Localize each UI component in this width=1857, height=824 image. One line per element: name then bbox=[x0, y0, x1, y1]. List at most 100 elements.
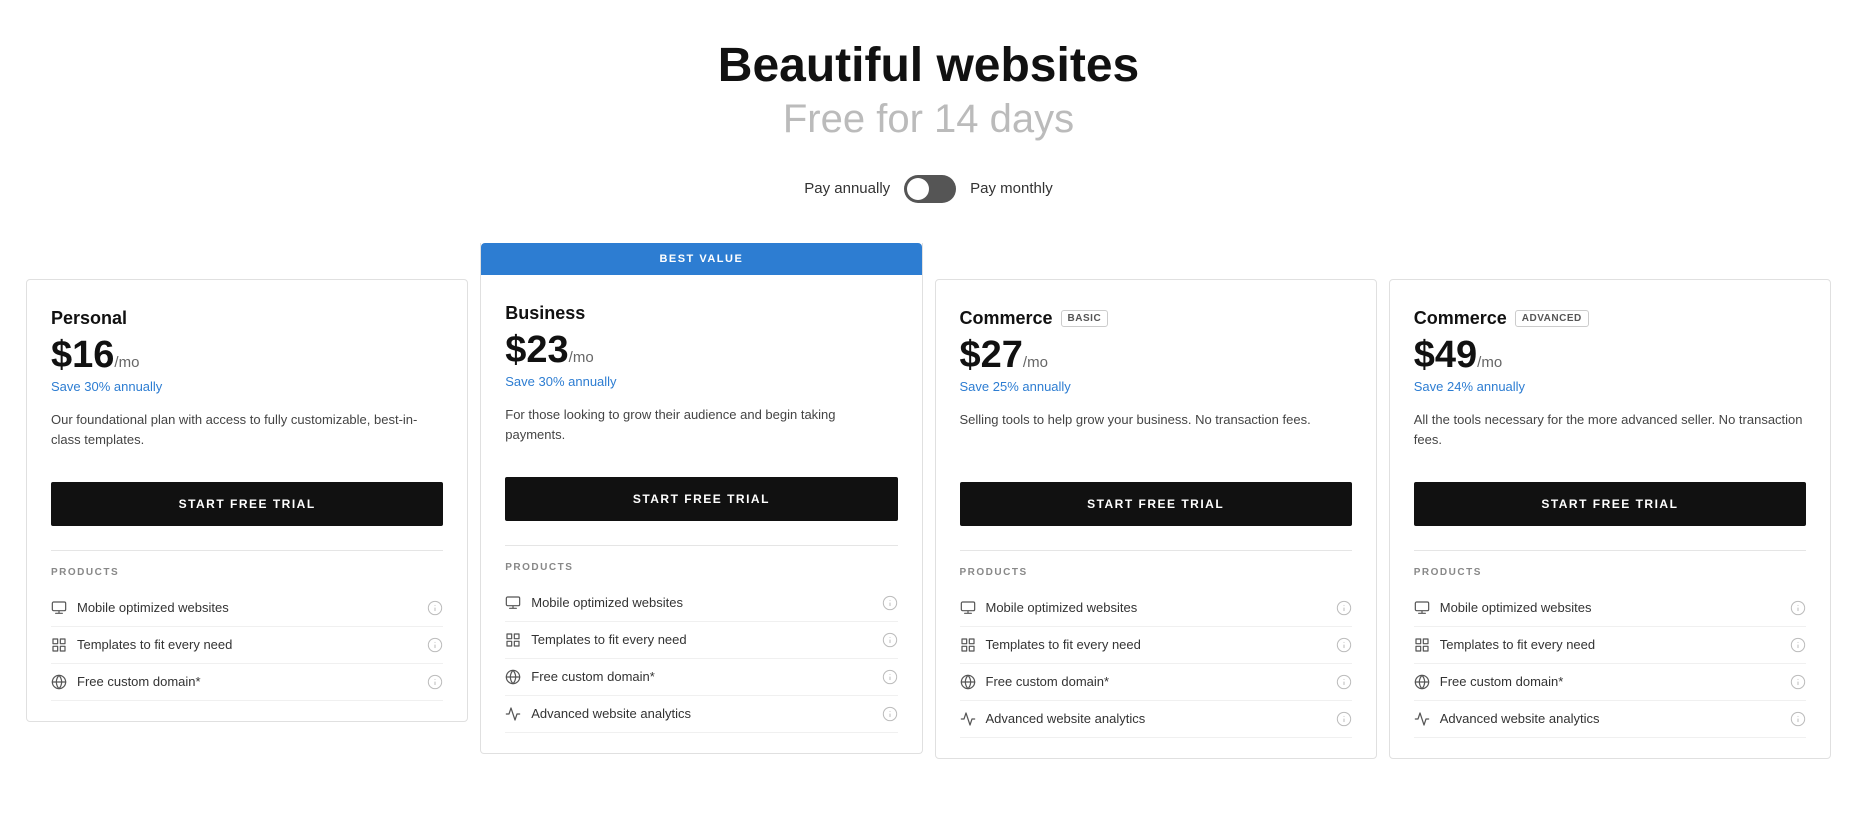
grid-icon bbox=[505, 632, 521, 648]
plan-savings-personal: Save 30% annually bbox=[51, 379, 443, 394]
feature-item: Free custom domain* bbox=[51, 664, 443, 701]
hero-subtitle: Free for 14 days bbox=[20, 93, 1837, 145]
plan-price-commerce-advanced: $49/mo bbox=[1414, 335, 1806, 377]
feature-item: Advanced website analytics bbox=[960, 701, 1352, 738]
feature-label: Templates to fit every need bbox=[986, 637, 1141, 652]
plan-savings-commerce-advanced: Save 24% annually bbox=[1414, 379, 1806, 394]
feature-left: Free custom domain* bbox=[505, 669, 655, 685]
plan-card-business: BEST VALUE Business $23/mo Save 30% annu… bbox=[480, 243, 922, 754]
plan-badge-commerce-basic: BASIC bbox=[1061, 310, 1109, 327]
analytics-icon bbox=[960, 711, 976, 727]
products-label-commerce-advanced: PRODUCTS bbox=[1414, 567, 1806, 578]
plan-savings-commerce-basic: Save 25% annually bbox=[960, 379, 1352, 394]
feature-label: Mobile optimized websites bbox=[77, 600, 229, 615]
feature-left: Free custom domain* bbox=[960, 674, 1110, 690]
feature-left: Advanced website analytics bbox=[1414, 711, 1600, 727]
info-icon[interactable] bbox=[1790, 637, 1806, 653]
info-icon[interactable] bbox=[882, 706, 898, 722]
feature-item: Templates to fit every need bbox=[960, 627, 1352, 664]
info-icon[interactable] bbox=[1336, 711, 1352, 727]
feature-left: Templates to fit every need bbox=[505, 632, 686, 648]
globe-icon bbox=[1414, 674, 1430, 690]
plan-body-personal: Personal $16/mo Save 30% annuallyOur fou… bbox=[27, 280, 467, 721]
feature-label: Free custom domain* bbox=[1440, 674, 1564, 689]
start-trial-button-commerce-advanced[interactable]: START FREE TRIAL bbox=[1414, 482, 1806, 526]
feature-left: Templates to fit every need bbox=[51, 637, 232, 653]
info-icon[interactable] bbox=[1336, 637, 1352, 653]
plan-body-commerce-advanced: CommerceADVANCED $49/mo Save 24% annuall… bbox=[1390, 280, 1830, 758]
info-icon[interactable] bbox=[1336, 600, 1352, 616]
feature-left: Mobile optimized websites bbox=[1414, 600, 1592, 616]
start-trial-button-commerce-basic[interactable]: START FREE TRIAL bbox=[960, 482, 1352, 526]
plan-name-commerce-basic: CommerceBASIC bbox=[960, 308, 1352, 329]
feature-left: Free custom domain* bbox=[51, 674, 201, 690]
monitor-icon bbox=[960, 600, 976, 616]
plan-card-personal: Personal $16/mo Save 30% annuallyOur fou… bbox=[26, 279, 468, 722]
info-icon[interactable] bbox=[1790, 674, 1806, 690]
grid-icon bbox=[1414, 637, 1430, 653]
feature-label: Advanced website analytics bbox=[1440, 711, 1600, 726]
products-section-personal: PRODUCTS Mobile optimized websites Templ… bbox=[51, 550, 443, 701]
info-icon[interactable] bbox=[427, 600, 443, 616]
plan-card-commerce-basic: CommerceBASIC $27/mo Save 25% annuallySe… bbox=[935, 279, 1377, 759]
plan-description-personal: Our foundational plan with access to ful… bbox=[51, 410, 443, 462]
info-icon[interactable] bbox=[427, 637, 443, 653]
monitor-icon bbox=[505, 595, 521, 611]
products-section-business: PRODUCTS Mobile optimized websites Templ… bbox=[505, 545, 897, 733]
plan-body-commerce-basic: CommerceBASIC $27/mo Save 25% annuallySe… bbox=[936, 280, 1376, 758]
hero-section: Beautiful websites Free for 14 days bbox=[20, 40, 1837, 145]
products-label-personal: PRODUCTS bbox=[51, 567, 443, 578]
feature-label: Templates to fit every need bbox=[1440, 637, 1595, 652]
info-icon[interactable] bbox=[1790, 711, 1806, 727]
best-value-banner: BEST VALUE bbox=[481, 243, 921, 275]
products-section-commerce-basic: PRODUCTS Mobile optimized websites Templ… bbox=[960, 550, 1352, 738]
products-label-commerce-basic: PRODUCTS bbox=[960, 567, 1352, 578]
feature-item: Templates to fit every need bbox=[51, 627, 443, 664]
monitor-icon bbox=[51, 600, 67, 616]
plan-savings-business: Save 30% annually bbox=[505, 374, 897, 389]
feature-item: Advanced website analytics bbox=[1414, 701, 1806, 738]
globe-icon bbox=[960, 674, 976, 690]
feature-left: Free custom domain* bbox=[1414, 674, 1564, 690]
analytics-icon bbox=[1414, 711, 1430, 727]
feature-label: Free custom domain* bbox=[531, 669, 655, 684]
feature-left: Templates to fit every need bbox=[1414, 637, 1595, 653]
info-icon[interactable] bbox=[882, 669, 898, 685]
feature-item: Mobile optimized websites bbox=[51, 590, 443, 627]
start-trial-button-business[interactable]: START FREE TRIAL bbox=[505, 477, 897, 521]
plan-name-business: Business bbox=[505, 303, 897, 324]
grid-icon bbox=[51, 637, 67, 653]
info-icon[interactable] bbox=[1336, 674, 1352, 690]
grid-icon bbox=[960, 637, 976, 653]
feature-label: Advanced website analytics bbox=[531, 706, 691, 721]
info-icon[interactable] bbox=[427, 674, 443, 690]
feature-label: Mobile optimized websites bbox=[1440, 600, 1592, 615]
info-icon[interactable] bbox=[882, 632, 898, 648]
feature-left: Mobile optimized websites bbox=[960, 600, 1138, 616]
feature-item: Mobile optimized websites bbox=[505, 585, 897, 622]
annual-label: Pay annually bbox=[804, 180, 890, 197]
monthly-label: Pay monthly bbox=[970, 180, 1053, 197]
feature-item: Mobile optimized websites bbox=[1414, 590, 1806, 627]
plan-price-business: $23/mo bbox=[505, 330, 897, 372]
plans-grid: Personal $16/mo Save 30% annuallyOur fou… bbox=[20, 243, 1837, 759]
page-wrapper: Beautiful websites Free for 14 days Pay … bbox=[0, 0, 1857, 779]
plan-card-commerce-advanced: CommerceADVANCED $49/mo Save 24% annuall… bbox=[1389, 279, 1831, 759]
plan-badge-commerce-advanced: ADVANCED bbox=[1515, 310, 1589, 327]
plan-description-commerce-advanced: All the tools necessary for the more adv… bbox=[1414, 410, 1806, 462]
start-trial-button-personal[interactable]: START FREE TRIAL bbox=[51, 482, 443, 526]
plan-name-personal: Personal bbox=[51, 308, 443, 329]
feature-left: Advanced website analytics bbox=[505, 706, 691, 722]
feature-item: Free custom domain* bbox=[960, 664, 1352, 701]
info-icon[interactable] bbox=[1790, 600, 1806, 616]
billing-toggle[interactable] bbox=[904, 175, 956, 203]
feature-item: Free custom domain* bbox=[505, 659, 897, 696]
products-label-business: PRODUCTS bbox=[505, 562, 897, 573]
globe-icon bbox=[51, 674, 67, 690]
hero-title: Beautiful websites bbox=[20, 40, 1837, 93]
info-icon[interactable] bbox=[882, 595, 898, 611]
plan-description-commerce-basic: Selling tools to help grow your business… bbox=[960, 410, 1352, 462]
monitor-icon bbox=[1414, 600, 1430, 616]
plan-body-business: Business $23/mo Save 30% annuallyFor tho… bbox=[481, 275, 921, 753]
billing-toggle-row: Pay annually Pay monthly bbox=[20, 175, 1837, 203]
